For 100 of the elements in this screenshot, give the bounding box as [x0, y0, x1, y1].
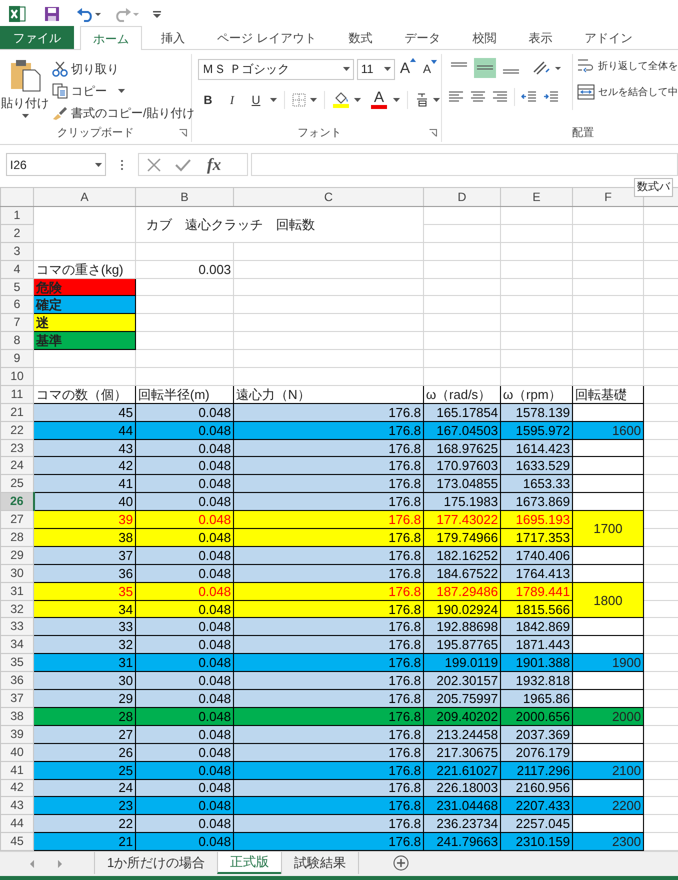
ribbon-tab[interactable]: 校閲	[459, 26, 510, 49]
scissors-icon	[52, 61, 68, 77]
row-header[interactable]: 10	[0, 368, 34, 386]
table-cell: 192.88698	[424, 618, 500, 636]
caret-icon[interactable]	[354, 98, 361, 102]
row-header[interactable]: 1	[0, 206, 34, 224]
row-header[interactable]: 38	[0, 707, 34, 726]
row-header[interactable]: 44	[0, 814, 34, 833]
decrease-indent-icon[interactable]	[521, 91, 537, 103]
format-painter-button[interactable]: 書式のコピー/貼り付け	[50, 104, 196, 122]
ribbon-tab[interactable]: ファイル	[0, 26, 74, 49]
row-header[interactable]: 27	[0, 510, 34, 529]
row-header[interactable]: 22	[0, 421, 34, 440]
ribbon-tab[interactable]: データ	[391, 26, 454, 49]
align-right-icon[interactable]	[492, 91, 508, 103]
row-header[interactable]: 21	[0, 403, 34, 422]
row-header[interactable]: 6	[0, 296, 34, 314]
column-header[interactable]: A	[34, 188, 136, 206]
row-header[interactable]: 29	[0, 546, 34, 564]
ribbon-tab[interactable]: 数式	[335, 26, 386, 49]
align-center-icon[interactable]	[470, 91, 486, 103]
merge-center-button[interactable]: セルを結合して中	[577, 84, 678, 100]
row-header[interactable]: 9	[0, 350, 34, 368]
row-header[interactable]: 43	[0, 796, 34, 815]
more-options-icon[interactable]	[120, 159, 124, 171]
save-icon[interactable]	[44, 6, 60, 22]
dialog-launcher-icon[interactable]	[429, 129, 437, 137]
column-header[interactable]: B	[136, 188, 234, 206]
row-header[interactable]: 41	[0, 761, 34, 779]
row-header[interactable]: 5	[0, 278, 34, 296]
caret-icon[interactable]	[270, 98, 277, 102]
row-header[interactable]: 30	[0, 564, 34, 582]
name-box[interactable]: I26	[6, 153, 106, 176]
caret-icon[interactable]	[433, 98, 440, 102]
align-left-icon[interactable]	[448, 91, 464, 103]
font-name-field[interactable]: ＭＳ Ｐゴシック	[198, 58, 354, 80]
caret-icon[interactable]	[310, 98, 317, 102]
paste-button[interactable]: 貼り付け	[0, 58, 50, 124]
cancel-icon[interactable]	[147, 158, 161, 172]
dialog-launcher-icon[interactable]	[179, 129, 187, 137]
row-header[interactable]: 45	[0, 832, 34, 851]
sheet-tab[interactable]: 試験結果	[281, 852, 358, 874]
row-header[interactable]: 4	[0, 260, 34, 278]
row-header[interactable]: 40	[0, 743, 34, 762]
ribbon-tab[interactable]: 挿入	[148, 26, 198, 49]
shrink-font-button[interactable]: A	[421, 60, 440, 78]
cut-button[interactable]: 切り取り	[50, 60, 196, 78]
table-cell: 176.8	[234, 707, 424, 726]
ribbon-tab[interactable]: ホーム	[80, 26, 142, 50]
caret-icon[interactable]	[393, 98, 400, 102]
customize-icon[interactable]	[152, 8, 162, 18]
copy-button[interactable]: コピー	[50, 82, 196, 100]
orientation-icon[interactable]	[532, 60, 562, 76]
underline-button[interactable]: U	[246, 90, 266, 108]
row-header[interactable]: 8	[0, 332, 34, 350]
ribbon-tab[interactable]: 表示	[515, 26, 566, 49]
row-header[interactable]: 11	[0, 385, 34, 404]
row-header[interactable]: 26	[0, 492, 34, 511]
middle-align-icon[interactable]	[474, 58, 496, 78]
row-header[interactable]: 28	[0, 528, 34, 546]
add-sheet-icon[interactable]	[393, 855, 410, 872]
row-header[interactable]: 31	[0, 582, 34, 600]
bold-button[interactable]: B	[198, 90, 218, 108]
ribbon-tab[interactable]: ページ レイアウト	[204, 26, 330, 49]
undo-icon[interactable]	[76, 6, 102, 22]
row-header[interactable]: 39	[0, 725, 34, 744]
sheet-tab[interactable]: 正式版	[217, 852, 282, 874]
row-header[interactable]: 24	[0, 456, 34, 475]
row-header[interactable]: 42	[0, 779, 34, 797]
row-header[interactable]: 36	[0, 672, 34, 690]
font-size-field[interactable]: 11	[357, 58, 395, 80]
fill-color-icon[interactable]	[332, 91, 350, 108]
insert-function-button[interactable]: fx	[205, 152, 224, 178]
check-icon[interactable]	[175, 158, 191, 172]
row-header[interactable]: 35	[0, 654, 34, 672]
row-header[interactable]: 2	[0, 224, 34, 242]
wrap-text-button[interactable]: 折り返して全体を	[577, 58, 678, 74]
column-header[interactable]: D	[424, 188, 500, 206]
table-cell: 35	[34, 582, 136, 600]
row-header[interactable]: 3	[0, 242, 34, 260]
row-header[interactable]: 32	[0, 600, 34, 618]
excel-logo-icon[interactable]	[8, 4, 26, 22]
row-header[interactable]: 7	[0, 314, 34, 332]
formula-input[interactable]	[251, 153, 678, 176]
row-header[interactable]: 34	[0, 636, 34, 654]
row-header[interactable]: 23	[0, 439, 34, 457]
column-header[interactable]: E	[500, 188, 572, 206]
borders-icon[interactable]	[292, 92, 306, 106]
row-header[interactable]: 25	[0, 474, 34, 493]
phonetic-guide-icon[interactable]	[415, 92, 429, 108]
column-header[interactable]: C	[234, 188, 424, 206]
font-color-button[interactable]: A	[369, 90, 389, 108]
ribbon-tab[interactable]: アドイン	[571, 26, 646, 49]
increase-indent-icon[interactable]	[543, 91, 559, 103]
row-header[interactable]: 33	[0, 618, 34, 636]
table-cell: 2200	[572, 796, 644, 815]
italic-button[interactable]: I	[222, 90, 242, 108]
grow-font-button[interactable]: A	[398, 58, 418, 80]
row-header[interactable]: 37	[0, 690, 34, 708]
clipboard-icon	[9, 58, 41, 92]
